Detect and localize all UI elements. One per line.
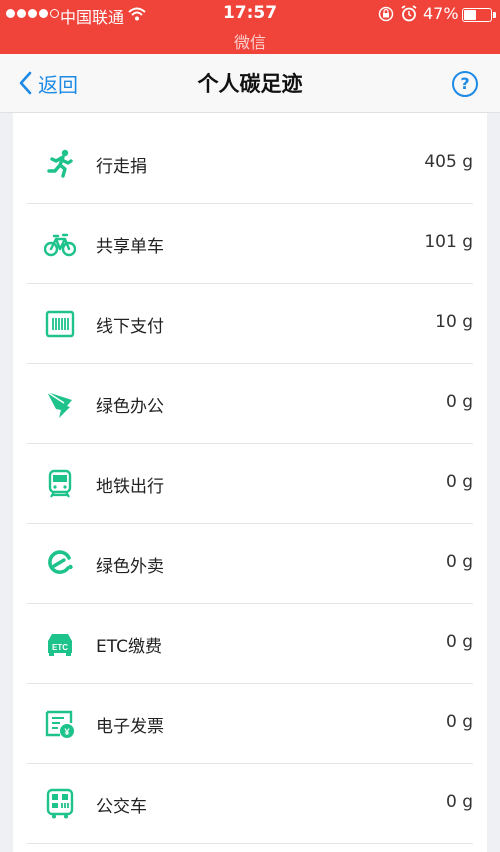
item-value: 0 g	[445, 632, 473, 652]
list-item-walking-donation[interactable]: 行走捐 405 g	[27, 124, 473, 204]
barcode-scanner-icon	[45, 310, 75, 338]
list-item-e-invoice[interactable]: ¥ 电子发票 0 g	[27, 684, 473, 764]
item-label: 电子发票	[96, 717, 164, 737]
list-item-green-office[interactable]: 绿色办公 0 g	[27, 364, 473, 444]
item-label: 行走捐	[96, 157, 147, 177]
battery-percent: 47%	[423, 4, 459, 23]
item-value: 0 g	[445, 392, 473, 412]
eleme-icon	[48, 550, 73, 574]
etc-car-icon: ETC	[48, 634, 72, 656]
item-value: 10 g	[435, 312, 473, 332]
subway-icon	[48, 469, 72, 498]
item-label: ETC缴费	[96, 637, 162, 657]
orientation-lock-icon	[378, 6, 394, 26]
item-label: 线下支付	[96, 317, 164, 337]
item-label: 公交车	[96, 797, 147, 817]
item-label: 地铁出行	[96, 477, 164, 497]
yuan-icon-text: ¥	[64, 727, 69, 737]
bus-qr-icon	[46, 788, 74, 819]
e-invoice-icon: ¥	[45, 710, 74, 738]
list-item-shared-bike[interactable]: 共享单车 101 g	[27, 204, 473, 284]
item-label: 共享单车	[96, 237, 164, 257]
item-label: 绿色外卖	[96, 557, 164, 577]
source-app-label: 微信	[233, 33, 266, 52]
item-value: 101 g	[424, 232, 473, 252]
status-bar: 中国联通 17:57 47% 微信	[0, 0, 500, 54]
item-label: 绿色办公	[96, 397, 164, 417]
list-item-bus[interactable]: 公交车 0 g	[27, 764, 473, 844]
item-value: 0 g	[445, 712, 473, 732]
battery-icon	[462, 8, 492, 22]
list-item-green-takeout[interactable]: 绿色外卖 0 g	[27, 524, 473, 604]
running-icon	[47, 149, 73, 178]
item-value: 0 g	[445, 792, 473, 812]
battery-tip	[493, 12, 496, 18]
help-icon[interactable]: ?	[452, 71, 478, 97]
alarm-icon	[401, 5, 417, 26]
item-value: 0 g	[445, 552, 473, 572]
dingtalk-icon	[46, 391, 72, 418]
list-item-offline-payment[interactable]: 线下支付 10 g	[27, 284, 473, 364]
item-value: 0 g	[445, 472, 473, 492]
carbon-footprint-list: 行走捐 405 g 共享单车 101 g 线下支付 10 g 绿色办公 0 g	[13, 113, 487, 852]
navigation-bar: 返回 个人碳足迹 ?	[0, 54, 500, 113]
bicycle-icon	[44, 233, 76, 257]
item-value: 405 g	[424, 152, 473, 172]
list-item-subway[interactable]: 地铁出行 0 g	[27, 444, 473, 524]
list-item-etc-payment[interactable]: ETC ETC缴费 0 g	[27, 604, 473, 684]
page-title: 个人碳足迹	[197, 72, 303, 96]
etc-icon-text: ETC	[52, 643, 68, 652]
